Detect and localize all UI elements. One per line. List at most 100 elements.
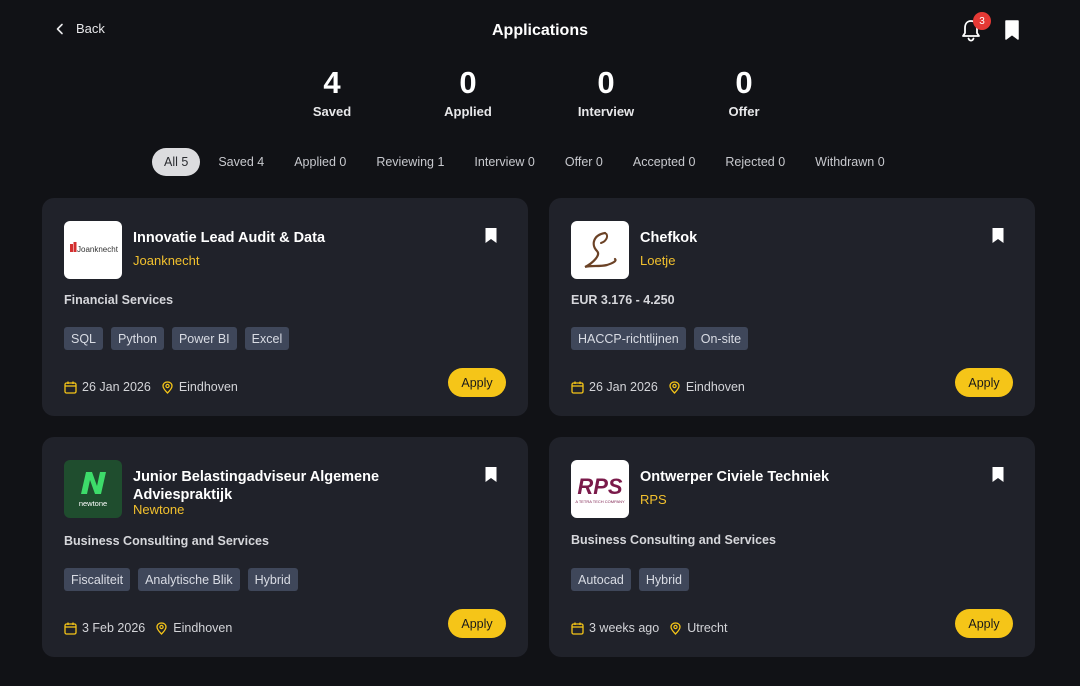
skill-tag: HACCP-richtlijnen: [571, 327, 686, 350]
company-name: Newtone: [133, 502, 185, 517]
card-footer: 26 Jan 2026 Eindhoven: [64, 380, 238, 394]
posted-date: 26 Jan 2026: [82, 380, 151, 394]
company-logo: newtone: [64, 460, 122, 518]
location: Eindhoven: [155, 621, 232, 635]
skill-tag: On-site: [693, 327, 749, 350]
job-card[interactable]: newtone Junior Belastingadviseur Algemen…: [42, 437, 528, 657]
rps-logo: RPS A TETRA TECH COMPANY: [575, 474, 625, 504]
skill-tag: Hybrid: [638, 568, 689, 591]
stat-value: 0: [459, 65, 477, 100]
industry-label: Business Consulting and Services: [64, 534, 269, 548]
location: Utrecht: [669, 621, 727, 635]
job-title[interactable]: Junior Belastingadviseur Algemene Advies…: [133, 468, 433, 504]
skill-tag: Analytische Blik: [138, 568, 240, 591]
apply-button[interactable]: Apply: [955, 368, 1013, 397]
joanknecht-logo: Joanknecht: [70, 242, 119, 254]
location-pin-icon: [156, 621, 167, 635]
location-pin-icon: [162, 380, 173, 394]
skill-tag: Excel: [244, 327, 290, 350]
stat-label: Saved: [312, 104, 352, 119]
skill-tags: Autocad Hybrid: [571, 568, 689, 591]
filter-reviewing[interactable]: Reviewing 1: [364, 148, 456, 176]
svg-text:Joanknecht: Joanknecht: [77, 245, 119, 254]
apply-button[interactable]: Apply: [955, 609, 1013, 638]
stat-value: 0: [597, 65, 615, 100]
stat-label: Offer: [728, 104, 760, 119]
skill-tags: Fiscaliteit Analytische Blik Hybrid: [64, 568, 298, 591]
skill-tag: Fiscaliteit: [64, 568, 131, 591]
stat-offer: 0 Offer: [694, 65, 794, 120]
newtone-logo: newtone: [79, 472, 107, 508]
filter-accepted[interactable]: Accepted 0: [621, 148, 708, 176]
company-name: Joanknecht: [133, 253, 200, 268]
bookmark-icon[interactable]: [991, 466, 1005, 483]
skill-tag: Python: [111, 327, 164, 350]
filter-all[interactable]: All 5: [152, 148, 201, 176]
stats-summary: 4 Saved 0 Applied 0 Interview 0 Offer: [0, 66, 1080, 122]
job-card[interactable]: Joanknecht Innovatie Lead Audit & Data J…: [42, 198, 528, 416]
header-actions: 3: [960, 12, 1022, 42]
industry-label: Financial Services: [64, 293, 174, 307]
skill-tag: Power BI: [171, 327, 237, 350]
bookmark-icon[interactable]: [991, 227, 1005, 244]
location: Eindhoven: [668, 380, 745, 394]
rps-logo-text: RPS: [577, 474, 623, 499]
stat-interview: 0 Interview: [556, 65, 656, 120]
page-title: Applications: [491, 22, 588, 39]
job-title[interactable]: Innovatie Lead Audit & Data: [133, 229, 433, 247]
filter-rejected[interactable]: Rejected 0: [713, 148, 797, 176]
apply-button[interactable]: Apply: [448, 368, 506, 397]
stat-label: Interview: [577, 104, 635, 119]
card-footer: 3 weeks ago Utrecht: [571, 621, 727, 635]
skill-tag: Autocad: [571, 568, 631, 591]
location-text: Eindhoven: [685, 380, 745, 394]
svg-text:newtone: newtone: [79, 499, 107, 508]
company-logo: [571, 221, 629, 279]
company-logo: Joanknecht: [64, 221, 122, 279]
location-pin-icon: [670, 621, 681, 635]
location-text: Eindhoven: [173, 621, 233, 635]
filter-interview[interactable]: Interview 0: [462, 148, 546, 176]
job-title[interactable]: Ontwerper Civiele Techniek: [640, 468, 940, 486]
status-filter-tabs: All 5 Saved 4 Applied 0 Reviewing 1 Inte…: [152, 148, 897, 176]
skill-tag: SQL: [64, 327, 104, 350]
posted-date: 3 weeks ago: [589, 621, 660, 635]
filter-withdrawn[interactable]: Withdrawn 0: [803, 148, 896, 176]
bookmark-icon[interactable]: [484, 466, 498, 483]
card-footer: 3 Feb 2026 Eindhoven: [64, 621, 232, 635]
stat-value: 4: [323, 65, 341, 100]
job-card[interactable]: Chefkok Loetje EUR 3.176 - 4.250 HACCP-r…: [549, 198, 1035, 416]
filter-saved[interactable]: Saved 4: [206, 148, 276, 176]
company-logo: RPS A TETRA TECH COMPANY: [571, 460, 629, 518]
calendar-icon: [571, 381, 584, 394]
skill-tags: SQL Python Power BI Excel: [64, 327, 290, 350]
calendar-icon: [64, 622, 77, 635]
bookmark-icon[interactable]: [484, 227, 498, 244]
job-card[interactable]: RPS A TETRA TECH COMPANY Ontwerper Civie…: [549, 437, 1035, 657]
filter-offer[interactable]: Offer 0: [553, 148, 615, 176]
stat-applied: 0 Applied: [418, 65, 518, 120]
industry-label: Business Consulting and Services: [571, 533, 776, 547]
notifications-button[interactable]: 3: [960, 12, 991, 42]
stat-saved: 4 Saved: [282, 65, 382, 120]
job-title[interactable]: Chefkok: [640, 229, 940, 247]
calendar-icon: [64, 381, 77, 394]
filter-applied[interactable]: Applied 0: [282, 148, 358, 176]
calendar-icon: [571, 622, 584, 635]
skill-tags: HACCP-richtlijnen On-site: [571, 327, 749, 350]
card-footer: 26 Jan 2026 Eindhoven: [571, 380, 745, 394]
company-name: Loetje: [640, 253, 676, 268]
applications-page: Back Applications 3 4 Saved 0 Applied 0 …: [0, 0, 1080, 686]
notification-badge: 3: [973, 12, 991, 30]
loetje-logo: [584, 231, 617, 269]
rps-logo-subtext: A TETRA TECH COMPANY: [575, 499, 625, 504]
stat-label: Applied: [444, 104, 492, 119]
company-name: RPS: [640, 492, 667, 507]
posted-date: 26 Jan 2026: [589, 380, 658, 394]
posted-date: 3 Feb 2026: [82, 621, 146, 635]
salary-label: EUR 3.176 - 4.250: [571, 293, 675, 307]
bookmark-icon[interactable]: [1002, 18, 1022, 42]
stat-value: 0: [735, 65, 753, 100]
location-text: Eindhoven: [178, 380, 238, 394]
apply-button[interactable]: Apply: [448, 609, 506, 638]
